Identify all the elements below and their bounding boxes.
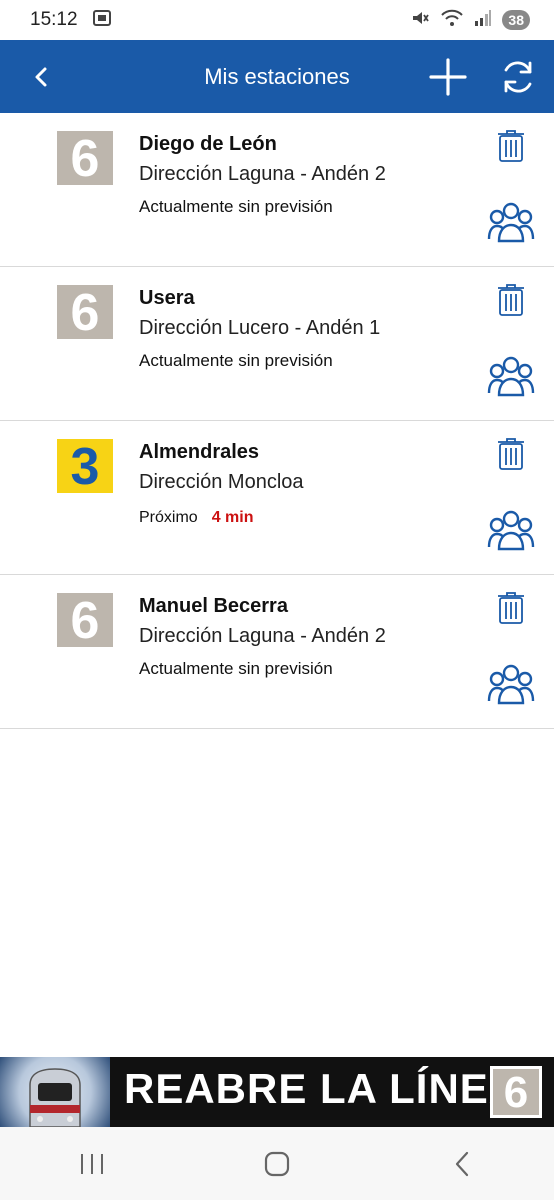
trash-icon[interactable] <box>495 283 527 317</box>
prediction-text: Actualmente sin previsión <box>139 659 333 678</box>
station-direction: Dirección Laguna - Andén 2 <box>139 163 386 185</box>
banner-text: REABRE LA LÍNEA <box>124 1065 521 1112</box>
station-prediction: Actualmente sin previsión <box>139 659 333 679</box>
station-row[interactable]: 6 Diego de León Dirección Laguna - Andén… <box>0 113 554 267</box>
trash-icon[interactable] <box>495 437 527 471</box>
promo-banner[interactable]: REABRE LA LÍNEA 6 <box>0 1057 554 1127</box>
status-time: 15:12 <box>30 9 78 30</box>
screenshot-icon <box>92 8 112 33</box>
station-direction: Dirección Laguna - Andén 2 <box>139 625 386 647</box>
back-icon <box>455 1151 468 1176</box>
signal-icon <box>474 9 492 32</box>
trash-icon[interactable] <box>495 591 527 625</box>
recent-apps-icon <box>81 1153 104 1174</box>
system-back-button[interactable] <box>432 1134 492 1194</box>
trash-icon[interactable] <box>495 129 527 163</box>
station-name: Usera <box>139 287 195 309</box>
station-name: Manuel Becerra <box>139 595 288 617</box>
plus-icon <box>429 57 467 96</box>
mute-icon <box>410 8 430 33</box>
prediction-text: Actualmente sin previsión <box>139 351 333 370</box>
home-button[interactable] <box>247 1134 307 1194</box>
line-badge: 6 <box>57 131 113 187</box>
station-direction: Dirección Lucero - Andén 1 <box>139 317 381 339</box>
group-icon[interactable] <box>486 199 536 245</box>
station-row[interactable]: 6 Manuel Becerra Dirección Laguna - Andé… <box>0 575 554 729</box>
app-bar: Mis estaciones <box>0 40 554 113</box>
prediction-text: Actualmente sin previsión <box>139 197 333 216</box>
add-station-button[interactable] <box>418 40 478 113</box>
wifi-icon <box>440 8 464 33</box>
station-row[interactable]: 3 Almendrales Dirección Moncloa Próximo 4… <box>0 421 554 575</box>
station-row[interactable]: 6 Usera Dirección Lucero - Andén 1 Actua… <box>0 267 554 421</box>
prediction-minutes: 4 min <box>211 509 254 526</box>
station-name: Almendrales <box>139 441 260 463</box>
battery-indicator: 38 <box>502 10 530 30</box>
line-badge: 3 <box>57 439 113 495</box>
group-icon[interactable] <box>486 661 536 707</box>
group-icon[interactable] <box>486 353 536 399</box>
back-arrow-icon <box>35 67 47 86</box>
station-list: 6 Diego de León Dirección Laguna - Andén… <box>0 113 554 729</box>
station-name: Diego de León <box>139 133 277 155</box>
station-prediction: Próximo 4 min <box>139 509 253 527</box>
train-image <box>0 1057 110 1127</box>
refresh-icon <box>504 60 532 93</box>
line-badge: 6 <box>57 593 113 649</box>
refresh-button[interactable] <box>488 40 548 113</box>
station-prediction: Actualmente sin previsión <box>139 197 333 217</box>
recent-apps-button[interactable] <box>62 1134 122 1194</box>
system-nav-bar <box>0 1127 554 1200</box>
station-prediction: Actualmente sin previsión <box>139 351 333 371</box>
line-badge: 6 <box>57 285 113 341</box>
station-direction: Dirección Moncloa <box>139 471 304 493</box>
group-icon[interactable] <box>486 507 536 553</box>
back-button[interactable] <box>12 40 72 113</box>
status-bar: 15:12 38 <box>0 0 554 40</box>
banner-line-badge: 6 <box>490 1066 542 1118</box>
home-icon <box>264 1151 290 1176</box>
prediction-text: Próximo <box>139 509 198 526</box>
